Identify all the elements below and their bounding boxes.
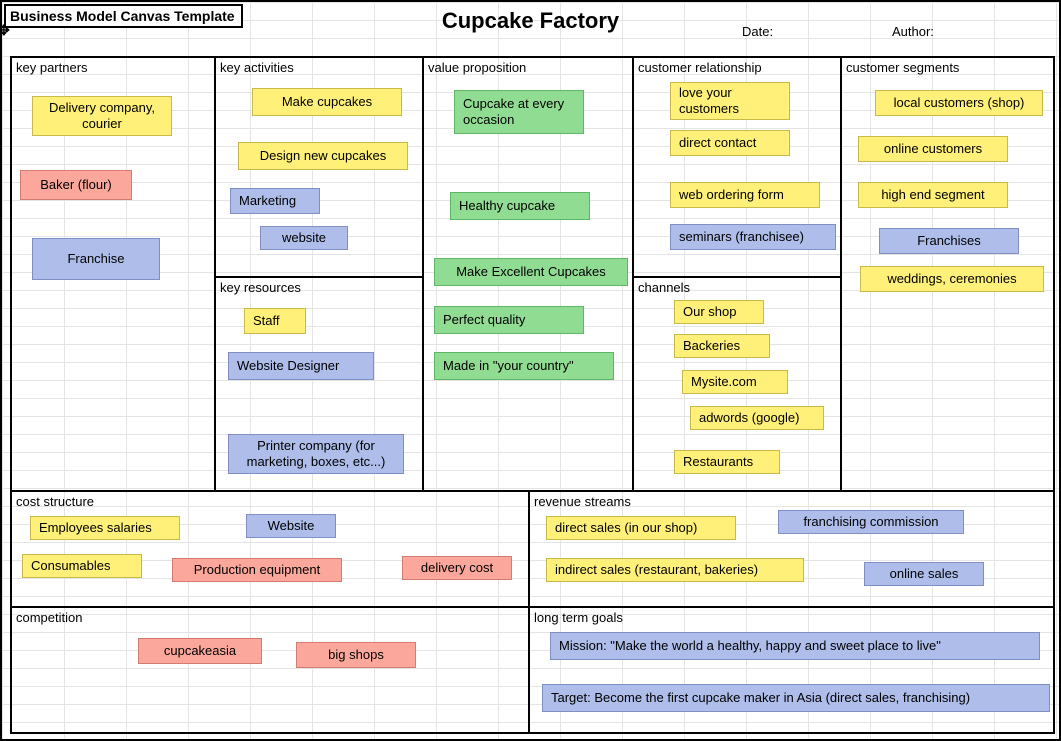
note-vp-healthy[interactable]: Healthy cupcake bbox=[450, 192, 590, 220]
note-cs-weddings[interactable]: weddings, ceremonies bbox=[860, 266, 1044, 292]
section-title: customer relationship bbox=[638, 60, 762, 75]
note-ka-make[interactable]: Make cupcakes bbox=[252, 88, 402, 116]
section-title: key partners bbox=[16, 60, 88, 75]
note-kr-staff[interactable]: Staff bbox=[244, 308, 306, 334]
section-title: key resources bbox=[220, 280, 301, 295]
note-co-production[interactable]: Production equipment bbox=[172, 558, 342, 582]
author-label: Author: bbox=[892, 24, 934, 39]
note-cr-seminars[interactable]: seminars (franchisee) bbox=[670, 224, 836, 250]
canvas: Business Model Canvas Template ✥ Cupcake… bbox=[0, 0, 1061, 741]
note-cm-bigshops[interactable]: big shops bbox=[296, 642, 416, 668]
note-kp-delivery[interactable]: Delivery company, courier bbox=[32, 96, 172, 136]
section-title: long term goals bbox=[534, 610, 623, 625]
note-ch-restaurants[interactable]: Restaurants bbox=[674, 450, 780, 474]
note-ch-mysite[interactable]: Mysite.com bbox=[682, 370, 788, 394]
note-rs-direct[interactable]: direct sales (in our shop) bbox=[546, 516, 736, 540]
note-ch-ourshop[interactable]: Our shop bbox=[674, 300, 764, 324]
section-title: channels bbox=[638, 280, 690, 295]
section-title: competition bbox=[16, 610, 82, 625]
note-ka-website[interactable]: website bbox=[260, 226, 348, 250]
note-co-delivery[interactable]: delivery cost bbox=[402, 556, 512, 580]
note-cm-cupcakeasia[interactable]: cupcakeasia bbox=[138, 638, 262, 664]
note-cr-direct[interactable]: direct contact bbox=[670, 130, 790, 156]
note-vp-madein[interactable]: Made in "your country" bbox=[434, 352, 614, 380]
note-lt-mission[interactable]: Mission: "Make the world a healthy, happ… bbox=[550, 632, 1040, 660]
note-ka-marketing[interactable]: Marketing bbox=[230, 188, 320, 214]
section-cost-structure: cost structure bbox=[10, 490, 530, 608]
section-title: customer segments bbox=[846, 60, 959, 75]
note-ch-adwords[interactable]: adwords (google) bbox=[690, 406, 824, 430]
note-rs-indirect[interactable]: indirect sales (restaurant, bakeries) bbox=[546, 558, 804, 582]
note-rs-online[interactable]: online sales bbox=[864, 562, 984, 586]
date-label: Date: bbox=[742, 24, 773, 39]
note-co-employees[interactable]: Employees salaries bbox=[30, 516, 180, 540]
note-cs-online[interactable]: online customers bbox=[858, 136, 1008, 162]
note-kp-baker[interactable]: Baker (flour) bbox=[20, 170, 132, 200]
section-title: revenue streams bbox=[534, 494, 631, 509]
note-vp-occasion[interactable]: Cupcake at every occasion bbox=[454, 90, 584, 134]
note-co-website[interactable]: Website bbox=[246, 514, 336, 538]
note-lt-target[interactable]: Target: Become the first cupcake maker i… bbox=[542, 684, 1050, 712]
note-cs-highend[interactable]: high end segment bbox=[858, 182, 1008, 208]
note-kp-franchise[interactable]: Franchise bbox=[32, 238, 160, 280]
section-title: key activities bbox=[220, 60, 294, 75]
note-ch-bakeries[interactable]: Backeries bbox=[674, 334, 770, 358]
section-competition: competition bbox=[10, 606, 530, 734]
note-cr-love[interactable]: love your customers bbox=[670, 82, 790, 120]
section-revenue-streams: revenue streams bbox=[528, 490, 1055, 608]
note-ka-design[interactable]: Design new cupcakes bbox=[238, 142, 408, 170]
note-vp-quality[interactable]: Perfect quality bbox=[434, 306, 584, 334]
note-kr-webdesigner[interactable]: Website Designer bbox=[228, 352, 374, 380]
note-cs-local[interactable]: local customers (shop) bbox=[875, 90, 1043, 116]
note-cr-webform[interactable]: web ordering form bbox=[670, 182, 820, 208]
note-rs-franchising[interactable]: franchising commission bbox=[778, 510, 964, 534]
note-co-consumables[interactable]: Consumables bbox=[22, 554, 142, 578]
section-title: value proposition bbox=[428, 60, 526, 75]
section-title: cost structure bbox=[16, 494, 94, 509]
note-vp-excellent[interactable]: Make Excellent Cupcakes bbox=[434, 258, 628, 286]
note-kr-printer[interactable]: Printer company (for marketing, boxes, e… bbox=[228, 434, 404, 474]
section-long-term-goals: long term goals bbox=[528, 606, 1055, 734]
note-cs-franchises[interactable]: Franchises bbox=[879, 228, 1019, 254]
